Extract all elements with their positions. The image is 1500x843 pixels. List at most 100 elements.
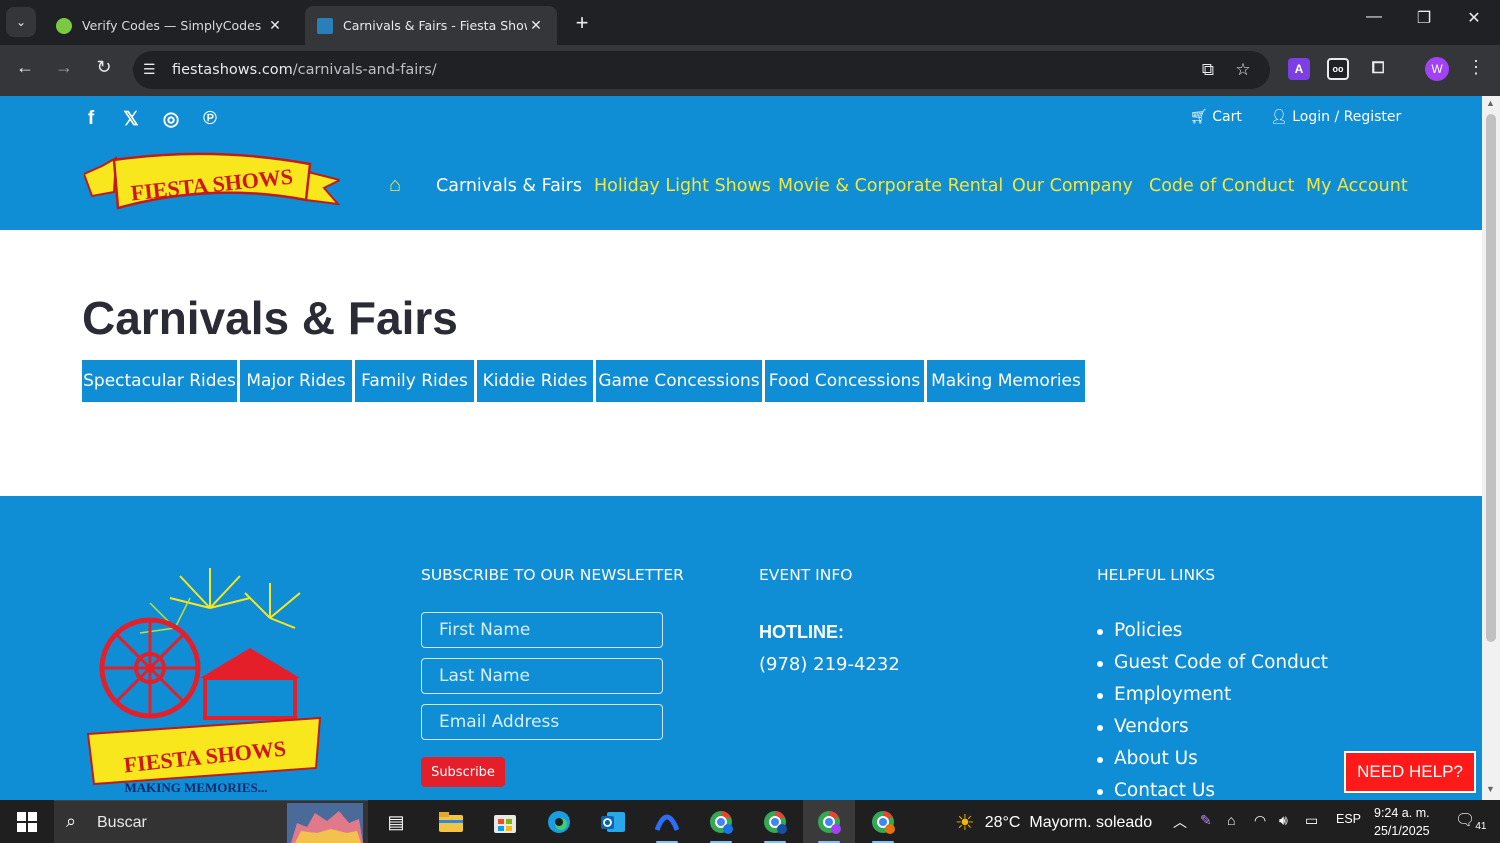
helpful-links-list: Policies Guest Code of Conduct Employmen…: [1097, 616, 1328, 800]
file-explorer-icon[interactable]: [435, 806, 467, 838]
menu-kebab-icon[interactable]: ⋮: [1462, 57, 1490, 78]
tab-fiesta-shows[interactable]: Carnivals & Fairs - Fiesta Shows ✕: [305, 6, 557, 45]
outlook-icon[interactable]: [597, 806, 629, 838]
hotline-label: HOTLINE:: [759, 622, 844, 642]
link-employment[interactable]: Employment: [1097, 680, 1328, 712]
pinterest-icon[interactable]: ℗: [198, 108, 222, 130]
first-name-field[interactable]: First Name: [421, 612, 663, 648]
user-icon: 👤︎: [1270, 109, 1288, 125]
cart-link[interactable]: 🛒︎ Cart: [1190, 109, 1242, 125]
volume-icon[interactable]: 🔊︎: [1279, 812, 1288, 829]
nav-carnivals-fairs[interactable]: Carnivals & Fairs: [436, 176, 582, 196]
wifi-icon[interactable]: ◠: [1254, 812, 1266, 829]
close-window-icon[interactable]: ✕: [1459, 8, 1489, 28]
last-name-field[interactable]: Last Name: [421, 658, 663, 694]
scroll-up-icon[interactable]: ▲: [1486, 98, 1495, 108]
edge-browser-icon[interactable]: [543, 806, 575, 838]
restore-icon[interactable]: ❐: [1409, 8, 1439, 28]
site-footer: FIESTA SHOWS MAKING MEMORIES... SUBSCRIB…: [0, 496, 1482, 800]
tab-search-dropdown-icon[interactable]: ⌄: [6, 7, 36, 37]
meet-now-icon[interactable]: ⌂: [1227, 812, 1235, 828]
windows-taskbar: ⌕ Buscar ▤ ☀︎ 28°C Mayorm. soleado ︿ ✎ ⌂…: [0, 800, 1500, 843]
minimize-icon[interactable]: —: [1359, 8, 1389, 26]
task-view-icon[interactable]: ▤: [380, 806, 412, 838]
link-vendors[interactable]: Vendors: [1097, 712, 1328, 744]
hotline-number[interactable]: (978) 219-4232: [759, 654, 900, 675]
translate-icon[interactable]: ⧉: [1197, 60, 1219, 80]
arc-app-icon[interactable]: [651, 806, 683, 838]
fiesta-shows-logo[interactable]: FIESTA SHOWS: [84, 152, 340, 214]
page-scrollbar[interactable]: ▲ ▼: [1482, 96, 1500, 800]
bookmark-star-icon[interactable]: ☆: [1232, 60, 1254, 80]
weather-widget[interactable]: ☀︎ 28°C Mayorm. soleado: [955, 810, 1152, 836]
new-tab-icon[interactable]: +: [570, 10, 594, 36]
tab-title: Carnivals & Fairs - Fiesta Shows: [343, 18, 527, 33]
link-guest-code-of-conduct[interactable]: Guest Code of Conduct: [1097, 648, 1328, 680]
page-viewport: f 𝕏 ◎ ℗ 🛒︎ Cart 👤︎ Login / Register FIES…: [0, 96, 1482, 800]
language-indicator[interactable]: ESP: [1336, 812, 1361, 826]
category-game-concessions-button[interactable]: Game Concessions: [596, 360, 762, 402]
fiesta-shows-footer-logo: FIESTA SHOWS MAKING MEMORIES...: [86, 568, 322, 795]
extension-a-icon[interactable]: A: [1288, 58, 1310, 80]
nav-code-of-conduct[interactable]: Code of Conduct: [1149, 176, 1295, 196]
windows-start-icon[interactable]: [17, 812, 37, 832]
login-register-link[interactable]: 👤︎ Login / Register: [1270, 109, 1401, 125]
category-food-concessions-button[interactable]: Food Concessions: [765, 360, 924, 402]
tab-title: Verify Codes — SimplyCodes: [82, 18, 262, 33]
tab-simplycodes[interactable]: Verify Codes — SimplyCodes ✕: [44, 6, 296, 45]
taskbar-clock[interactable]: 9:24 a. m. 25/1/2025: [1374, 804, 1430, 840]
nav-our-company[interactable]: Our Company: [1012, 176, 1133, 196]
address-bar[interactable]: ☰ fiestashows.com/carnivals-and-fairs/ ⧉…: [133, 51, 1270, 89]
svg-text:MAKING MEMORIES...: MAKING MEMORIES...: [125, 780, 268, 795]
back-icon[interactable]: ←: [11, 57, 39, 78]
partly-sunny-icon: ☀︎: [955, 810, 975, 835]
chrome-profile-j-icon[interactable]: [705, 806, 737, 838]
link-about-us[interactable]: About Us: [1097, 744, 1328, 776]
nav-holiday-light-shows[interactable]: Holiday Light Shows: [594, 176, 771, 196]
microsoft-store-icon[interactable]: [489, 806, 521, 838]
subscribe-button[interactable]: Subscribe: [421, 757, 505, 787]
chrome-profile-w-icon[interactable]: [813, 806, 845, 838]
reload-icon[interactable]: ↻: [90, 57, 118, 78]
instagram-icon[interactable]: ◎: [159, 108, 183, 131]
need-help-button[interactable]: NEED HELP?: [1344, 751, 1476, 793]
battery-icon[interactable]: ▭: [1305, 812, 1318, 829]
taskbar-search[interactable]: ⌕ Buscar: [54, 800, 368, 843]
forward-icon[interactable]: →: [50, 57, 78, 78]
pen-icon[interactable]: ✎: [1200, 812, 1212, 829]
helpful-links-heading: HELPFUL LINKS: [1097, 566, 1216, 584]
category-making-memories-button[interactable]: Making Memories: [927, 360, 1085, 402]
page-title: Carnivals & Fairs: [82, 292, 458, 344]
x-twitter-icon[interactable]: 𝕏: [119, 108, 143, 131]
site-header: f 𝕏 ◎ ℗ 🛒︎ Cart 👤︎ Login / Register FIES…: [0, 96, 1482, 230]
nav-movie-corporate-rental[interactable]: Movie & Corporate Rental: [778, 176, 1003, 196]
close-tab-icon[interactable]: ✕: [527, 17, 545, 34]
notifications-icon[interactable]: 🗨︎41: [1455, 810, 1486, 832]
link-policies[interactable]: Policies: [1097, 616, 1328, 648]
extension-reader-icon[interactable]: oo: [1327, 58, 1349, 80]
scroll-down-icon[interactable]: ▼: [1486, 784, 1495, 794]
scrollbar-thumb[interactable]: [1486, 114, 1496, 642]
category-family-rides-button[interactable]: Family Rides: [355, 360, 474, 402]
extensions-puzzle-icon[interactable]: ⧠: [1367, 58, 1389, 80]
simplycodes-favicon-icon: [56, 17, 72, 34]
notification-count: 41: [1475, 821, 1487, 833]
close-tab-icon[interactable]: ✕: [266, 17, 284, 34]
profile-avatar[interactable]: W: [1425, 57, 1449, 81]
home-icon[interactable]: ⌂: [389, 174, 401, 197]
chrome-profile-e-icon[interactable]: [867, 806, 899, 838]
link-contact-us[interactable]: Contact Us: [1097, 776, 1328, 800]
site-settings-icon[interactable]: ☰: [143, 61, 156, 78]
event-info-heading: EVENT INFO: [759, 566, 853, 584]
email-field[interactable]: Email Address: [421, 704, 663, 740]
facebook-icon[interactable]: f: [79, 108, 103, 130]
nav-my-account[interactable]: My Account: [1306, 176, 1408, 196]
category-kiddie-rides-button[interactable]: Kiddie Rides: [477, 360, 593, 402]
cart-icon: 🛒︎: [1190, 109, 1208, 125]
fiesta-shows-favicon-icon: [317, 17, 333, 34]
url-text: fiestashows.com/carnivals-and-fairs/: [172, 62, 437, 78]
show-hidden-icons-icon[interactable]: ︿: [1173, 812, 1187, 832]
category-spectacular-rides-button[interactable]: Spectacular Rides: [82, 360, 237, 402]
chrome-profile-t-icon[interactable]: [759, 806, 791, 838]
category-major-rides-button[interactable]: Major Rides: [240, 360, 352, 402]
